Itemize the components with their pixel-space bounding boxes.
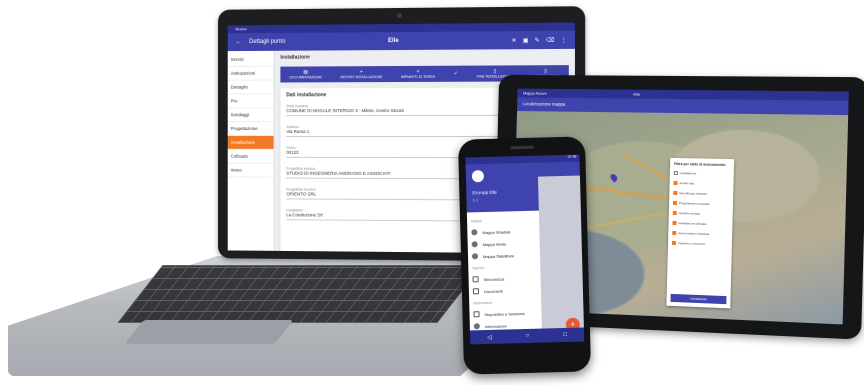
action-report[interactable]: + REPORT INSTALLAZIONE [340, 69, 382, 79]
back-button[interactable]: ← [236, 39, 242, 45]
app-name: EcoApp Elle [472, 189, 497, 196]
action-impianto[interactable]: + IMPIANTO DI TERRA [401, 69, 435, 79]
action-documentazione[interactable]: ▤ DOCUMENTAZIONE [289, 69, 321, 79]
checkbox-icon [672, 230, 677, 236]
filter-option[interactable]: Progettazione eseguita [672, 200, 729, 206]
drawer-section-title: Mappe [471, 219, 482, 224]
map-icon [471, 229, 478, 236]
sidebar-item-collaudo[interactable]: Collaudo [227, 149, 274, 164]
satellite-icon [471, 253, 479, 260]
delete-icon[interactable]: ⌫ [546, 36, 555, 43]
checkbox-icon [672, 220, 677, 226]
checkbox-icon [671, 240, 677, 246]
sync-icon [472, 276, 479, 283]
phone-background-view [537, 161, 585, 343]
app-version: 1.1 [472, 197, 479, 203]
drawer-section-title: Informazioni [473, 300, 493, 306]
recents-nav-icon[interactable]: □ [563, 332, 567, 338]
checkbox-icon [672, 210, 677, 216]
more-icon[interactable]: ⋮ [561, 36, 567, 43]
checkbox-icon [673, 190, 678, 196]
sidebar-item-dettaglio[interactable]: Dettaglio [227, 80, 274, 95]
filter-option[interactable]: Analisi dati [673, 180, 730, 186]
laptop-page-title: Dettagli punto [249, 38, 286, 46]
drawer-header: EcoApp Elle 1.1 [465, 162, 539, 213]
sidebar-item-verso[interactable]: Verso [227, 163, 274, 178]
laptop-keyboard [117, 265, 483, 323]
phone-time: 07:48 [567, 154, 577, 159]
sidebar-item-sondaggi[interactable]: Sondaggi [227, 108, 274, 123]
sidebar-item-pro[interactable]: Pro [227, 94, 274, 109]
sidebar-item-servizi[interactable]: Servizi [227, 52, 274, 67]
tablet-status-text: Mappa Nuovo [523, 90, 547, 96]
navigation-drawer: Mappe Mappa Stradale Mappa Ibrida Mappa … [466, 210, 543, 345]
sidebar-item-anticipazioni[interactable]: Anticipazioni [227, 66, 274, 81]
laptop-toolbar: ← Dettagli punto Elle ✕ ▣ ✎ ⌫ ⋮ [227, 30, 575, 52]
checkbox-icon [673, 180, 678, 186]
filter-option[interactable]: Installazione ultimata [672, 220, 728, 227]
device-icon [473, 311, 480, 318]
checkbox-icon [673, 170, 678, 176]
phone-nav-bar: ◁ ○ □ [469, 327, 585, 345]
filter-panel: Filtra per stato di avanzamento Installa… [666, 157, 735, 309]
laptop-logo: Elle [388, 38, 399, 45]
filter-option[interactable]: Impianto in esercizio [671, 240, 728, 247]
laptop-camera [397, 12, 402, 19]
phone-speaker [509, 145, 534, 150]
check-icon: ✓ [453, 70, 458, 77]
laptop-sidebar: Servizi Anticipazioni Dettaglio Pro Sond… [227, 50, 275, 251]
drawer-item-mappa-satellitare[interactable]: Mappa Satellitare [471, 249, 536, 263]
action-check[interactable]: ✓ [454, 71, 458, 77]
map-pin-icon[interactable] [609, 172, 619, 183]
document-icon [472, 288, 479, 295]
filter-title: Filtra per stato di avanzamento [673, 161, 726, 168]
laptop-toolbar-icons: ✕ ▣ ✎ ⌫ ⋮ [511, 36, 566, 43]
app-logo-avatar [471, 170, 485, 183]
laptop-trackpad [124, 320, 294, 344]
save-icon[interactable]: ▣ [523, 37, 529, 44]
map-icon [471, 241, 478, 248]
checkbox-icon [672, 200, 678, 206]
phone-background-bar [537, 161, 580, 177]
close-icon[interactable]: ✕ [511, 37, 516, 44]
info-icon [473, 323, 480, 330]
drawer-item-documenti[interactable]: Documenti [472, 284, 537, 298]
tablet-title: Localizzazione mappa [522, 101, 566, 107]
back-nav-icon[interactable]: ◁ [487, 333, 492, 340]
drawer-section-title: Opzioni [472, 266, 485, 271]
home-nav-icon[interactable]: ○ [526, 333, 530, 339]
keyboard-rows [119, 266, 481, 322]
sidebar-item-progettazione[interactable]: Progettazione [227, 122, 274, 136]
filter-option[interactable]: Installazione [673, 170, 730, 176]
sidebar-item-installazione[interactable]: Installazione [227, 135, 274, 150]
filter-option[interactable]: Sopralluogo eseguito [673, 190, 729, 196]
edit-icon[interactable]: ✎ [535, 36, 540, 43]
phone-screen: 07:48 EcoApp Elle 1.1 Mappe Mappa Strada… [465, 154, 585, 345]
tablet-logo: Elle [633, 91, 641, 97]
filter-option[interactable]: Cantiere avviato [672, 210, 729, 217]
laptop-status-text: Nuovo [235, 26, 247, 32]
filter-option[interactable]: Autorizzazioni rilasciate [672, 230, 728, 237]
filter-confirm-button[interactable]: CONFERMA [670, 293, 727, 305]
phone-device: 07:48 EcoApp Elle 1.1 Mappe Mappa Strada… [457, 136, 592, 375]
